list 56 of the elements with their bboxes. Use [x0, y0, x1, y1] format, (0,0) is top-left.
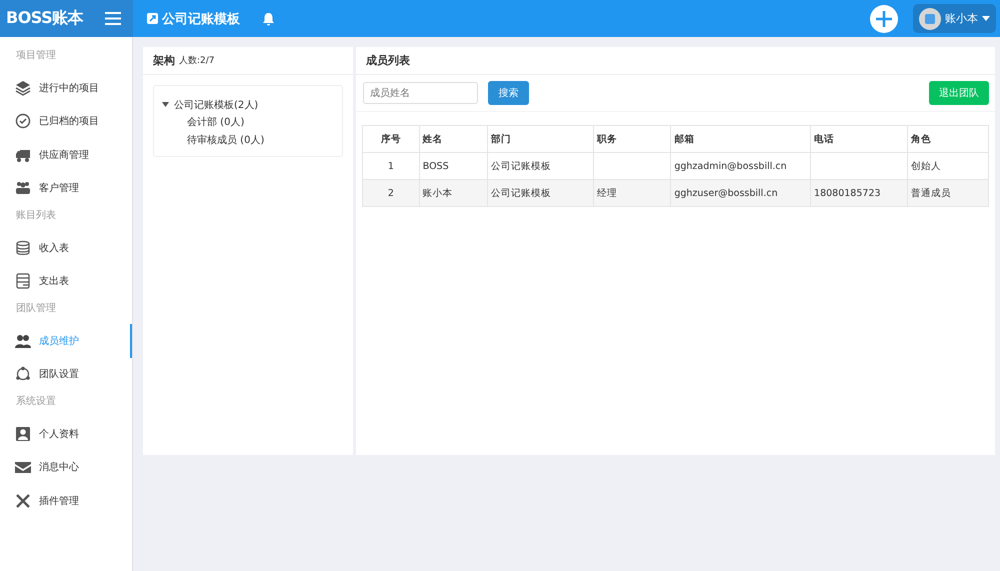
sheet-icon: [15, 273, 31, 290]
table-cell: 18080185723: [810, 180, 908, 206]
network-icon: [15, 366, 31, 382]
table-cell: 2: [362, 180, 420, 206]
section-title: 系统设置: [15, 394, 57, 409]
column-header: 部门: [488, 126, 594, 152]
people-icon: [15, 332, 31, 349]
section-title: 团队管理: [15, 302, 57, 316]
table-cell: gghzuser@bossbill.cn: [670, 180, 811, 206]
panel-title: 成员列表: [366, 53, 410, 68]
page-title: 公司记账模板: [162, 10, 240, 28]
group-icon: [15, 180, 31, 196]
user-menu[interactable]: 账小本: [913, 4, 996, 33]
bell-icon[interactable]: [262, 12, 275, 26]
column-header: 角色: [908, 126, 988, 152]
menu-icon[interactable]: [105, 12, 121, 25]
sidebar-item[interactable]: 个人资料: [0, 417, 132, 450]
column-header: 邮箱: [670, 126, 811, 152]
sidebar-item[interactable]: 插件管理: [0, 484, 132, 518]
sidebar-item[interactable]: 进行中的项目: [0, 71, 132, 104]
table-cell: 普通成员: [908, 180, 988, 206]
table-cell: 账小本: [419, 180, 488, 206]
add-icon[interactable]: [870, 4, 898, 32]
panel-title: 架构: [153, 53, 175, 68]
tools-icon: [15, 492, 31, 509]
tree-node[interactable]: 会计部 (0人): [162, 114, 334, 132]
table-cell: 公司记账模板: [488, 180, 594, 206]
check-circle-icon: [15, 113, 31, 130]
layers-icon: [15, 80, 31, 96]
caret-icon[interactable]: [162, 102, 169, 108]
column-header: 序号: [362, 126, 420, 152]
sidebar-item[interactable]: 团队设置: [0, 358, 132, 391]
table-cell: 经理: [593, 180, 671, 206]
sidebar-item[interactable]: 客户管理: [0, 172, 132, 205]
avatar-icon: [919, 8, 941, 30]
search-field[interactable]: 成员姓名: [363, 82, 478, 104]
database-icon: [15, 240, 31, 256]
logo: BOSS账本: [6, 8, 84, 29]
column-header: 电话: [810, 126, 908, 152]
caret-icon: [982, 16, 990, 21]
member-count: 人数:2/7: [179, 54, 215, 67]
tree-node[interactable]: 待审核成员 (0人): [162, 132, 334, 150]
section-title: 项目管理: [15, 49, 57, 63]
section-title: 账目列表: [15, 208, 57, 223]
sidebar-item[interactable]: 收入表: [0, 231, 132, 264]
sidebar-item[interactable]: 供应商管理: [0, 138, 132, 172]
column-header: 姓名: [419, 126, 488, 152]
sidebar-item[interactable]: 消息中心: [0, 450, 132, 484]
tree-node[interactable]: 公司记账模板(2人): [162, 96, 334, 114]
search-button[interactable]: 搜索: [488, 81, 529, 105]
sidebar-item[interactable]: 支出表: [0, 264, 132, 298]
mail-icon: [15, 459, 31, 476]
edit-icon: [147, 13, 158, 24]
sidebar-item[interactable]: 已归档的项目: [0, 104, 132, 138]
column-header: 职务: [593, 126, 671, 152]
profile-icon: [15, 426, 31, 442]
